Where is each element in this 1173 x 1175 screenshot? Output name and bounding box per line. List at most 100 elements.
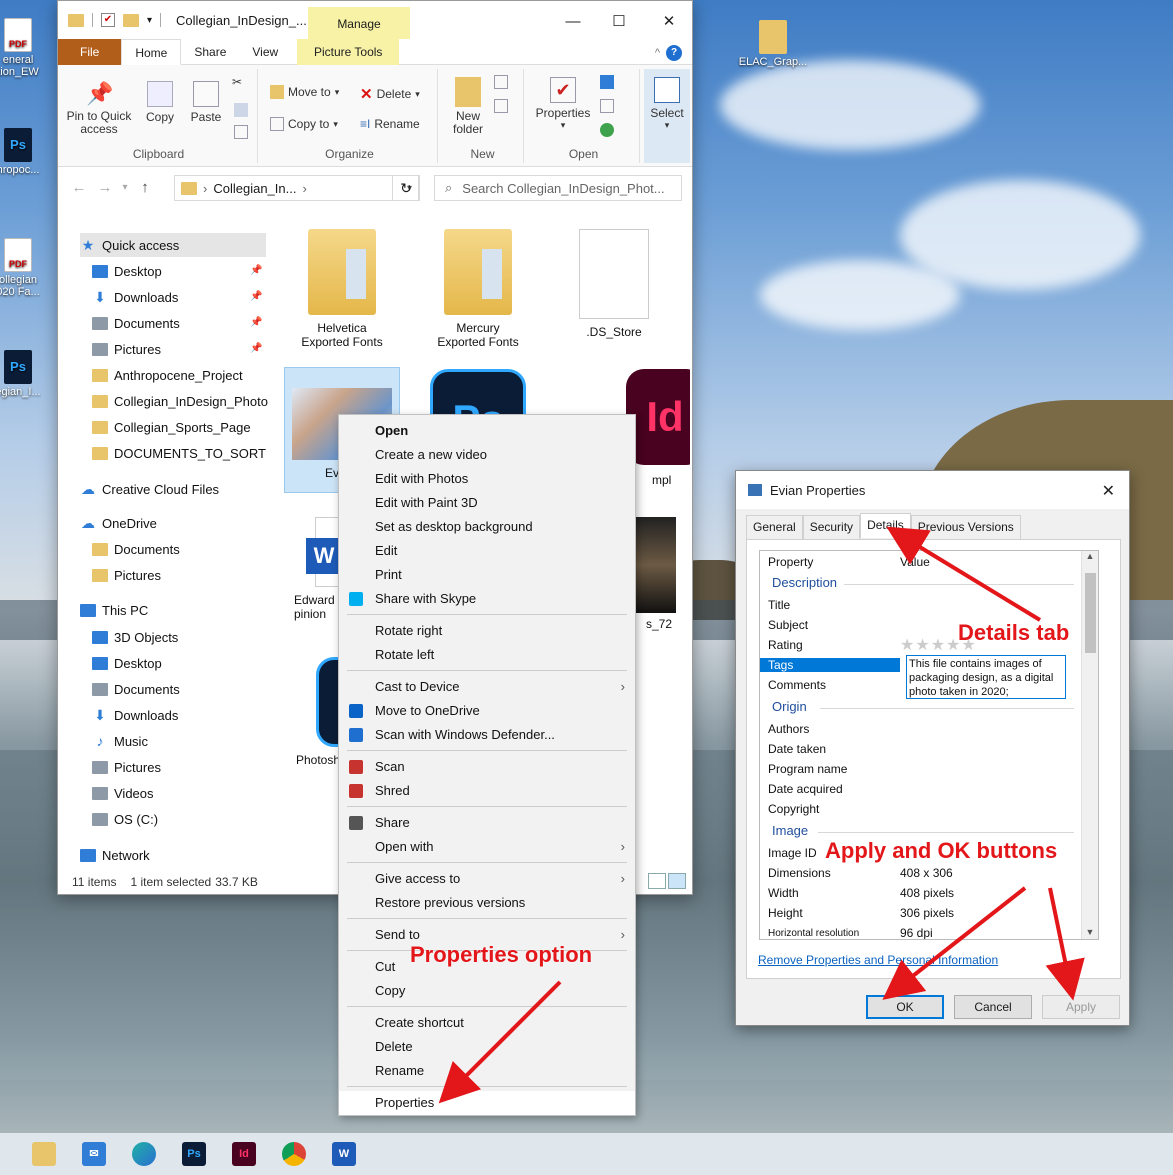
menu-item-rotate-left[interactable]: Rotate left	[339, 643, 635, 667]
help-icon[interactable]: ?	[666, 45, 682, 61]
nav-item[interactable]: ★ Quick access	[80, 233, 266, 257]
history-button[interactable]	[600, 123, 614, 137]
nav-item[interactable]: ⬇ Downloads	[92, 285, 178, 309]
remove-properties-link[interactable]: Remove Properties and Personal Informati…	[758, 953, 998, 967]
menu-item-create-shortcut[interactable]: Create shortcut	[339, 1011, 635, 1035]
tab-picture-tools[interactable]: Picture Tools	[297, 39, 400, 65]
copy-to-button[interactable]: Copy to ▾	[270, 117, 338, 131]
property-row[interactable]: Horizontal resolution 96 dpi	[760, 923, 1098, 939]
ok-button[interactable]: OK	[866, 995, 944, 1019]
menu-item-edit-with-paint-3d[interactable]: Edit with Paint 3D	[339, 491, 635, 515]
nav-item[interactable]: Collegian_InDesign_Photo	[92, 389, 268, 413]
property-row[interactable]: Width 408 pixels	[760, 883, 1098, 903]
properties-check-icon[interactable]: ✔	[101, 13, 115, 27]
title-bar[interactable]: ✔ ▾ Collegian_InDesign_... Manage — ☐ ✕	[58, 1, 692, 39]
forward-arrow-icon[interactable]: →	[92, 179, 118, 196]
search-input[interactable]: ⌕ Search Collegian_InDesign_Phot...	[434, 175, 682, 201]
breadcrumb[interactable]: Collegian_In...	[213, 181, 296, 196]
nav-item[interactable]: This PC	[80, 598, 148, 622]
property-row[interactable]: Title	[760, 595, 1098, 615]
property-row[interactable]: Date acquired	[760, 779, 1098, 799]
file-explorer-taskbar-icon[interactable]	[32, 1142, 56, 1166]
indesign-taskbar-icon[interactable]: Id	[232, 1142, 256, 1166]
menu-item-share-with-skype[interactable]: Share with Skype	[339, 587, 635, 611]
close-icon[interactable]: ✕	[1102, 481, 1115, 501]
tab-file[interactable]: File	[58, 39, 122, 65]
scroll-up-icon[interactable]: ▲	[1082, 551, 1098, 561]
menu-item-open-with[interactable]: Open with ›	[339, 835, 635, 859]
mail-taskbar-icon[interactable]: ✉	[82, 1142, 106, 1166]
property-list[interactable]: Property Value Description Title Subject…	[759, 550, 1099, 940]
maximize-button[interactable]: ☐	[596, 9, 642, 35]
property-row[interactable]: Height 306 pixels	[760, 903, 1098, 923]
desktop-icon[interactable]: PDF ollegian 020 Fa...	[0, 238, 48, 298]
tab-share[interactable]: Share	[181, 39, 239, 65]
tab-view[interactable]: View	[239, 39, 291, 65]
scrollbar-thumb[interactable]	[1085, 573, 1096, 653]
nav-item[interactable]: Pictures	[92, 755, 161, 779]
nav-item[interactable]: ☁ Creative Cloud Files	[80, 477, 219, 501]
new-folder-icon[interactable]	[123, 13, 139, 27]
property-row[interactable]: Dimensions 408 x 306	[760, 863, 1098, 883]
menu-item-open[interactable]: Open	[339, 419, 635, 443]
tab-security[interactable]: Security	[802, 515, 861, 540]
word-taskbar-icon[interactable]: W	[332, 1142, 356, 1166]
menu-item-properties[interactable]: Properties	[339, 1091, 635, 1115]
menu-item-restore-previous-versions[interactable]: Restore previous versions	[339, 891, 635, 915]
details-view-icon[interactable]	[648, 873, 666, 889]
nav-item[interactable]: Documents	[92, 537, 180, 561]
nav-item[interactable]: OS (C:)	[92, 807, 158, 831]
copy-path-button[interactable]	[234, 103, 248, 117]
nav-item[interactable]: Pictures	[92, 337, 161, 361]
new-item-button[interactable]	[494, 75, 508, 89]
cancel-button[interactable]: Cancel	[954, 995, 1032, 1019]
nav-item[interactable]: Documents	[92, 311, 180, 335]
dialog-title-bar[interactable]: Evian Properties	[736, 471, 1129, 509]
menu-item-give-access-to[interactable]: Give access to ›	[339, 867, 635, 891]
address-bar[interactable]: › Collegian_In... › ▾	[174, 175, 419, 201]
select-button[interactable]: Select ▾	[646, 77, 688, 131]
desktop-icon[interactable]: Ps egian_I...	[0, 350, 48, 398]
menu-item-share[interactable]: Share	[339, 811, 635, 835]
large-icons-view-icon[interactable]	[668, 873, 686, 889]
move-to-button[interactable]: Move to ▾	[270, 85, 339, 99]
properties-ribbon-button[interactable]: ✔ Properties ▾	[532, 77, 594, 131]
up-arrow-icon[interactable]: ↑	[132, 179, 158, 196]
nav-item[interactable]: Pictures	[92, 563, 161, 587]
menu-item-rename[interactable]: Rename	[339, 1059, 635, 1083]
property-row[interactable]: Date taken	[760, 739, 1098, 759]
property-row[interactable]: Copyright	[760, 799, 1098, 819]
menu-item-copy[interactable]: Copy	[339, 979, 635, 1003]
nav-item[interactable]: Desktop	[92, 651, 162, 675]
nav-item[interactable]: Collegian_Sports_Page	[92, 415, 251, 439]
pin-to-quick-access-button[interactable]: 📌 Pin to Quick access	[64, 81, 134, 136]
menu-item-scan[interactable]: Scan	[339, 755, 635, 779]
delete-button[interactable]: ✕ Delete ▾	[360, 85, 420, 103]
recent-locations-icon[interactable]: ▾	[118, 182, 132, 193]
desktop-icon[interactable]: PDF eneral tion_EW	[0, 18, 48, 78]
folder-item[interactable]: Helvetica Exported Fonts	[284, 229, 400, 349]
nav-item[interactable]: Videos	[92, 781, 154, 805]
easy-access-button[interactable]	[494, 99, 508, 113]
paste-shortcut-button[interactable]	[234, 125, 248, 139]
copy-button[interactable]: Copy	[140, 81, 180, 124]
menu-item-delete[interactable]: Delete	[339, 1035, 635, 1059]
menu-item-create-a-new-video[interactable]: Create a new video	[339, 443, 635, 467]
nav-item[interactable]: Network	[80, 843, 150, 867]
column-property[interactable]: Property	[760, 555, 900, 569]
edge-taskbar-icon[interactable]	[132, 1142, 156, 1166]
tab-previous-versions[interactable]: Previous Versions	[910, 515, 1021, 540]
menu-item-edit-with-photos[interactable]: Edit with Photos	[339, 467, 635, 491]
apply-button[interactable]: Apply	[1042, 995, 1120, 1019]
menu-item-move-to-onedrive[interactable]: Move to OneDrive	[339, 699, 635, 723]
property-row[interactable]: Program name	[760, 759, 1098, 779]
menu-item-scan-with-windows-defender[interactable]: Scan with Windows Defender...	[339, 723, 635, 747]
refresh-button[interactable]: ↻	[392, 175, 420, 201]
nav-item[interactable]: Anthropocene_Project	[92, 363, 243, 387]
desktop-icon[interactable]: Ps hropoc...	[0, 128, 48, 176]
cut-button[interactable]: ✂	[232, 75, 242, 89]
property-list-scrollbar[interactable]: ▲ ▼	[1081, 551, 1098, 939]
property-row[interactable]: Authors	[760, 719, 1098, 739]
menu-item-set-as-desktop-background[interactable]: Set as desktop background	[339, 515, 635, 539]
paste-button[interactable]: Paste	[186, 81, 226, 124]
